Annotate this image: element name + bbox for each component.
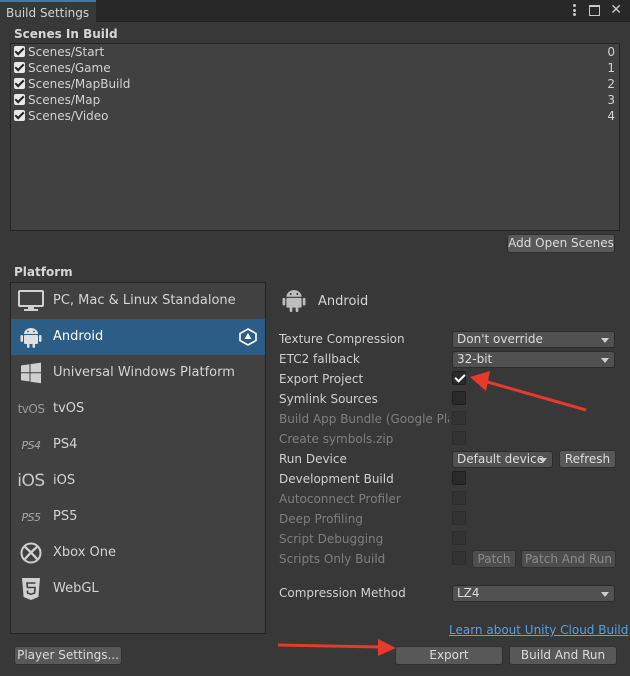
platform-label: PS4 [53,437,78,452]
unity-cloud-build-link[interactable]: Learn about Unity Cloud Build [449,623,628,637]
autoconnect-profiler-label: Autoconnect Profiler [279,492,401,506]
build-and-run-button[interactable]: Build And Run [509,646,617,665]
scene-checkbox[interactable] [14,78,25,89]
player-settings-button[interactable]: Player Settings... [14,646,122,665]
scene-index: 1 [607,61,615,75]
scene-index: 3 [607,93,615,107]
html5-icon [17,577,45,601]
platform-item-android[interactable]: Android [11,319,265,355]
platform-item-standalone[interactable]: PC, Mac & Linux Standalone [11,283,265,319]
symlink-sources-checkbox[interactable] [452,391,466,405]
platform-list: PC, Mac & Linux Standalone Android Unive… [10,282,266,634]
scene-name: Scenes/Game [28,61,111,75]
deep-profiling-checkbox [452,511,466,525]
add-open-scenes-button[interactable]: Add Open Scenes [507,234,615,253]
scene-name: Scenes/Map [28,93,101,107]
texture-compression-dropdown[interactable]: Don't override [452,331,615,348]
xbox-icon [17,541,45,565]
etc2-fallback-label: ETC2 fallback [279,352,360,366]
symlink-sources-label: Symlink Sources [279,392,378,406]
platform-item-tvos[interactable]: tvOS tvOS [11,391,265,427]
export-project-checkbox[interactable] [452,371,466,385]
run-device-label: Run Device [279,452,347,466]
platform-label: PS5 [53,509,78,524]
platform-label: Android [53,329,104,344]
close-icon[interactable]: ✕ [610,3,622,17]
development-build-label: Development Build [279,472,394,486]
compression-method-label: Compression Method [279,586,406,600]
scene-name: Scenes/MapBuild [28,77,131,91]
platform-label: Xbox One [53,545,117,560]
scene-row[interactable]: Scenes/Map 3 [11,92,619,108]
run-device-dropdown[interactable]: Default device [452,451,553,468]
arrow-to-export-project-icon [470,371,587,412]
platform-item-ios[interactable]: iOS iOS [11,463,265,499]
script-debugging-checkbox [452,531,466,545]
scene-row[interactable]: Scenes/Game 1 [11,60,619,76]
unity-active-platform-icon [239,328,257,346]
tvos-icon: tvOS [17,402,45,416]
platform-label: PC, Mac & Linux Standalone [53,293,236,308]
android-icon [17,325,45,349]
platform-label: Universal Windows Platform [53,365,235,380]
platform-item-ps4[interactable]: PS4 PS4 [11,427,265,463]
tab-bar: Build Settings ✕ [0,0,630,22]
patch-button: Patch [472,550,516,568]
scene-row[interactable]: Scenes/Video 4 [11,108,619,124]
create-symbols-label: Create symbols.zip [279,432,394,446]
scripts-only-build-label: Scripts Only Build [279,552,386,566]
ios-icon: iOS [17,471,45,491]
scene-index: 2 [607,77,615,91]
platform-item-xbox-one[interactable]: Xbox One [11,535,265,571]
windows-icon [17,361,45,385]
compression-method-dropdown[interactable]: LZ4 [452,585,615,602]
android-icon [282,286,306,317]
platform-item-uwp[interactable]: Universal Windows Platform [11,355,265,391]
scene-checkbox[interactable] [14,110,25,121]
ps4-icon: PS4 [21,438,41,452]
kebab-menu-icon[interactable] [569,3,579,17]
scripts-only-build-checkbox [452,551,466,565]
scene-checkbox[interactable] [14,46,25,57]
build-app-bundle-label: Build App Bundle (Google Play) [279,412,449,426]
texture-compression-label: Texture Compression [279,332,405,346]
script-debugging-label: Script Debugging [279,532,384,546]
development-build-checkbox[interactable] [452,471,466,485]
etc2-fallback-dropdown[interactable]: 32-bit [452,351,615,368]
scene-checkbox[interactable] [14,62,25,73]
build-app-bundle-checkbox [452,411,466,425]
scene-row[interactable]: Scenes/MapBuild 2 [11,76,619,92]
export-button[interactable]: Export [395,646,503,665]
tab-build-settings[interactable]: Build Settings [0,0,96,22]
scene-name: Scenes/Video [28,109,109,123]
refresh-button[interactable]: Refresh [559,450,616,468]
scene-index: 4 [607,109,615,123]
scenes-list[interactable]: Scenes/Start 0 Scenes/Game 1 Scenes/MapB… [10,43,620,231]
scene-row[interactable]: Scenes/Start 0 [11,44,619,60]
platform-label: iOS [53,473,76,488]
platform-item-ps5[interactable]: PS5 PS5 [11,499,265,535]
scene-index: 0 [607,45,615,59]
maximize-icon[interactable] [589,5,601,16]
patch-and-run-button: Patch And Run [521,550,616,568]
settings-platform-name: Android [318,294,369,309]
ps5-icon: PS5 [21,510,41,524]
platform-title: Platform [14,265,73,279]
scenes-in-build-title: Scenes In Build [14,27,118,41]
create-symbols-checkbox [452,431,466,445]
scene-checkbox[interactable] [14,94,25,105]
deep-profiling-label: Deep Profiling [279,512,363,526]
monitor-icon [17,289,45,313]
export-project-label: Export Project [279,372,364,386]
platform-item-webgl[interactable]: WebGL [11,571,265,607]
autoconnect-profiler-checkbox [452,491,466,505]
scene-name: Scenes/Start [28,45,105,59]
window-tools: ✕ [569,3,622,17]
arrow-to-export-button-icon [277,639,396,656]
platform-label: tvOS [53,401,85,416]
platform-label: WebGL [53,581,99,596]
